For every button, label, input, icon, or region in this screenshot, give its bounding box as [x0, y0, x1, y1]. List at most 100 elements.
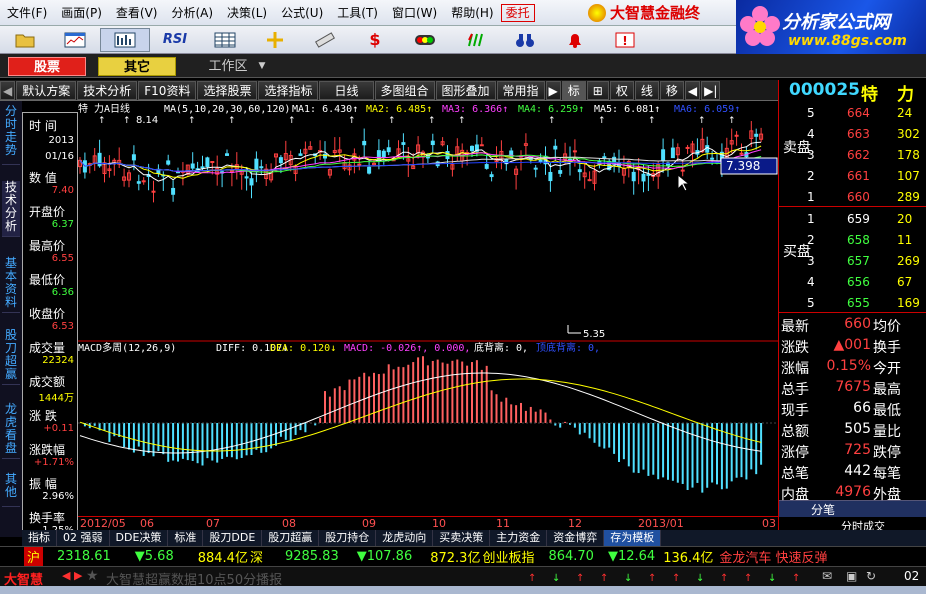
technical-analysis-button[interactable]: 技术分析 — [77, 80, 138, 100]
sell-price[interactable]: 661 — [847, 169, 870, 183]
kline-chart[interactable]: ↑ ↑ ↑ ↑ ↑ ↑ ↑ ↑ ↑ ↑ ↑ ↑ ↑ ↑ 特 力A日线 MA(5,10,20,30,60,1… — [78, 101, 778, 516]
play-icon[interactable]: ▶ — [545, 80, 561, 100]
table-icon[interactable] — [200, 28, 250, 52]
tab-ticks[interactable]: 分笔 — [811, 501, 835, 518]
sell-price[interactable]: 660 — [847, 190, 870, 204]
window-icon[interactable] — [50, 28, 100, 52]
move-button[interactable]: 移 — [659, 80, 684, 100]
side-tab-guda[interactable]: 股刀超赢 — [2, 329, 20, 385]
chart-overlay-button[interactable]: 图形叠加 — [435, 80, 496, 100]
info-label-close: 收盘价 — [29, 307, 66, 321]
btab-strength[interactable]: 02 强弱 — [57, 530, 110, 546]
buy-level: 2 — [807, 233, 815, 247]
btab-fund-game[interactable]: 资金博弈 — [547, 530, 605, 546]
sz-label[interactable]: 深 — [250, 547, 263, 566]
menu-file[interactable]: 文件(F) — [0, 0, 54, 26]
refresh-icon[interactable]: ↻ — [866, 569, 876, 583]
sell-price[interactable]: 664 — [847, 106, 870, 120]
stat-label-2: 跌停 — [873, 445, 901, 461]
ruler-icon[interactable] — [300, 28, 350, 52]
buy-label: 买盘 — [783, 244, 811, 260]
menu-formula[interactable]: 公式(U) — [274, 0, 330, 26]
btab-guda-win[interactable]: 股刀超赢 — [262, 530, 320, 546]
prev-arrow-icon[interactable]: ◀ — [0, 80, 16, 100]
select-stock-button[interactable]: 选择股票 — [197, 80, 258, 100]
btab-buysell[interactable]: 买卖决策 — [433, 530, 491, 546]
btab-dde[interactable]: DDE决策 — [110, 530, 169, 546]
buy-price[interactable]: 657 — [847, 254, 870, 268]
alert-icon[interactable]: ! — [600, 28, 650, 52]
menu-trade-button[interactable]: 委托 — [500, 3, 535, 22]
candle-body — [205, 157, 210, 168]
candle-body — [259, 166, 264, 169]
ma2-value: MA2: 6.485↑ — [366, 104, 432, 115]
side-tab-intraday[interactable]: 分时走势 — [2, 105, 20, 165]
side-tab-longhu[interactable]: 龙虎看盘 — [2, 403, 20, 459]
buy-price[interactable]: 655 — [847, 296, 870, 310]
side-tab-other[interactable]: 其他 — [2, 473, 20, 507]
dollar-icon[interactable]: $ — [350, 28, 400, 52]
multi-chart-button[interactable]: 多图组合 — [374, 80, 435, 100]
menu-help[interactable]: 帮助(H) — [444, 0, 500, 26]
buy-volume: 11 — [897, 233, 913, 247]
btab-indicator[interactable]: 指标 — [22, 530, 57, 546]
workspace-dropdown-icon[interactable]: ▼ — [256, 57, 268, 76]
buy-price[interactable]: 656 — [847, 275, 870, 289]
sh-label[interactable]: 沪 — [24, 547, 44, 566]
rights-button[interactable]: 权 — [609, 80, 634, 100]
btab-guda-dde[interactable]: 股刀DDE — [203, 530, 263, 546]
stat-label: 总额 — [781, 424, 809, 440]
next-page-icon[interactable]: ▶| — [701, 80, 721, 100]
date-label: 06 — [140, 517, 154, 530]
date-label: 2013/01 — [638, 517, 684, 530]
rsi-icon[interactable]: RSI — [150, 28, 200, 52]
menu-analysis[interactable]: 分析(A) — [164, 0, 220, 26]
crosshair-icon[interactable] — [250, 28, 300, 52]
ad-banner[interactable]: 分析家公式网 www.88gs.com — [736, 0, 926, 56]
stat-value: 66 — [853, 400, 871, 416]
traffic-light-icon[interactable] — [400, 28, 450, 52]
line-button[interactable]: 线 — [634, 80, 659, 100]
cy-label[interactable]: 创业板指 — [482, 547, 534, 566]
bell-icon[interactable] — [550, 28, 600, 52]
info-value-amount: 1444万 — [38, 393, 74, 404]
default-scheme-button[interactable]: 默认方案 — [16, 80, 77, 100]
daily-line-button[interactable]: 日线 — [319, 80, 374, 100]
mail-icon[interactable]: ✉ — [822, 569, 832, 583]
stat-label: 最新 — [781, 319, 809, 335]
chat-icon[interactable]: ▣ — [846, 569, 857, 583]
stock-tab-button[interactable]: 股票 — [8, 57, 86, 76]
workspace-label[interactable]: 工作区 — [200, 57, 256, 76]
prev-page-icon[interactable]: ◀ — [684, 80, 701, 100]
buy-price[interactable]: 658 — [847, 233, 870, 247]
mark-button[interactable]: 标 — [561, 80, 586, 100]
side-tab-technical[interactable]: 技术分析 — [2, 181, 20, 237]
menu-tools[interactable]: 工具(T) — [330, 0, 385, 26]
status-nav-icon[interactable]: ◀ ▶ — [62, 569, 82, 582]
bars-icon[interactable] — [450, 28, 500, 52]
btab-guda-hold[interactable]: 股刀持仓 — [319, 530, 377, 546]
binoculars-icon[interactable] — [500, 28, 550, 52]
f10-data-button[interactable]: F10资料 — [138, 80, 197, 100]
other-tab-button[interactable]: 其它 — [98, 57, 176, 76]
side-tab-fundamental[interactable]: 基本资料 — [2, 257, 20, 313]
buy-price[interactable]: 659 — [847, 212, 870, 226]
news-ticker[interactable]: 金龙汽车 快速反弹 — [719, 547, 827, 566]
btab-standard[interactable]: 标准 — [168, 530, 204, 546]
menu-decision[interactable]: 决策(L) — [220, 0, 274, 26]
folder-icon[interactable] — [0, 28, 50, 52]
sz-index: 9285.83 — [284, 549, 339, 564]
menu-view[interactable]: 查看(V) — [109, 0, 165, 26]
btab-main-fund[interactable]: 主力资金 — [490, 530, 548, 546]
sell-price[interactable]: 662 — [847, 148, 870, 162]
menu-screen[interactable]: 画面(P) — [54, 0, 109, 26]
btab-longhu[interactable]: 龙虎动向 — [376, 530, 434, 546]
stat-label-2: 今开 — [873, 361, 901, 377]
chart-icon[interactable] — [100, 27, 150, 52]
select-indicator-button[interactable]: 选择指标 — [258, 80, 319, 100]
sell-price[interactable]: 663 — [847, 127, 870, 141]
btab-save-template[interactable]: 存为模板 — [604, 530, 662, 546]
grid-icon[interactable]: ⊞ — [586, 80, 609, 100]
common-indicator-button[interactable]: 常用指 — [496, 80, 545, 100]
menu-window[interactable]: 窗口(W) — [385, 0, 444, 26]
